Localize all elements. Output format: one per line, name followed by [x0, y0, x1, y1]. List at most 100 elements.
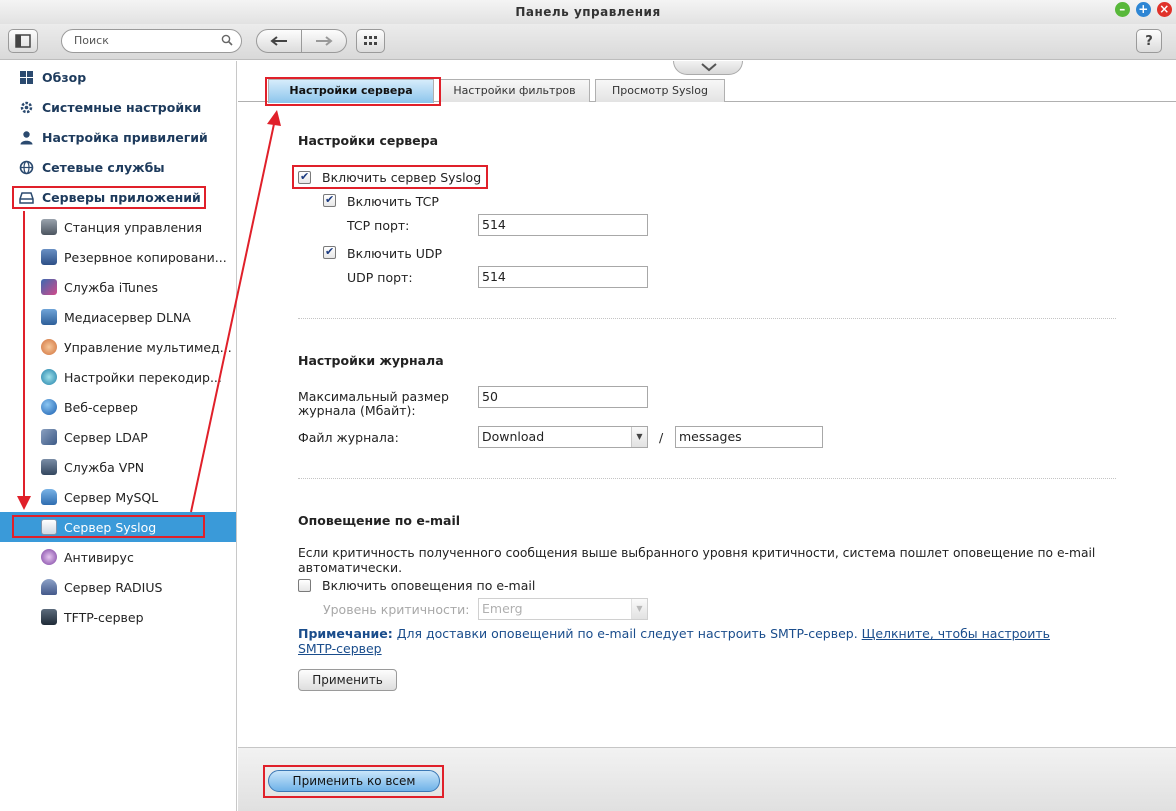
sidebar-item-ldap[interactable]: Сервер LDAP: [0, 422, 236, 452]
max-size-label-line1: Максимальный размер: [298, 389, 449, 404]
sidebar-item-label: Сервер RADIUS: [64, 580, 163, 595]
user-icon: [20, 131, 33, 145]
log-settings-title: Настройки журнала: [298, 353, 444, 368]
sidebar-item-vpn[interactable]: Служба VPN: [0, 452, 236, 482]
email-alert-description-line2: автоматически.: [298, 560, 403, 575]
tftp-icon: [41, 609, 57, 625]
udp-port-input[interactable]: 514: [478, 266, 648, 288]
sidebar-item-network-services[interactable]: Сетевые службы: [0, 152, 236, 182]
sidebar-item-label: Системные настройки: [42, 100, 202, 115]
search-placeholder: Поиск: [74, 34, 109, 47]
log-folder-value: Download: [482, 429, 545, 444]
transcode-icon: [41, 369, 57, 385]
sidebar-item-label: Служба iTunes: [64, 280, 158, 295]
sidebar-item-web-server[interactable]: Веб-сервер: [0, 392, 236, 422]
sidebar-item-mysql[interactable]: Сервер MySQL: [0, 482, 236, 512]
sidebar-item-label: Настройка привилегий: [42, 130, 208, 145]
sidebar-item-label: Управление мультимед...: [64, 340, 232, 355]
overview-grid-icon: [20, 71, 33, 84]
sidebar-toggle-button[interactable]: [8, 29, 38, 53]
tab-bar: Настройки сервера Настройки фильтров Про…: [238, 79, 1176, 103]
severity-label: Уровень критичности:: [323, 602, 470, 617]
note-prefix: Примечание:: [298, 626, 393, 641]
note-text: Для доставки оповещений по e-mail следуе…: [392, 626, 862, 641]
tab-filter-settings[interactable]: Настройки фильтров: [439, 79, 590, 102]
mysql-icon: [41, 489, 57, 505]
sidebar-item-label: Медиасервер DLNA: [64, 310, 191, 325]
enable-udp-label: Включить UDP: [347, 246, 443, 261]
sidebar-item-app-servers[interactable]: Серверы приложений: [0, 182, 236, 212]
smtp-note: Примечание: Для доставки оповещений по e…: [298, 627, 1098, 641]
sidebar-item-system-settings[interactable]: Системные настройки: [0, 92, 236, 122]
sidebar-item-syslog[interactable]: Сервер Syslog: [0, 512, 236, 542]
sidebar-item-station[interactable]: Станция управления: [0, 212, 236, 242]
path-separator: /: [659, 430, 664, 445]
sidebar-item-backup[interactable]: Резервное копировани...: [0, 242, 236, 272]
email-alert-title: Оповещение по e-mail: [298, 513, 461, 528]
radius-icon: [41, 579, 57, 595]
back-button[interactable]: [256, 29, 302, 53]
forward-button[interactable]: [301, 29, 347, 53]
email-alert-description-line1: Если критичность полученного сообщения в…: [298, 546, 1096, 560]
close-icon[interactable]: ×: [1157, 2, 1172, 17]
enable-syslog-checkbox[interactable]: [298, 170, 311, 184]
chevron-down-icon: ▼: [631, 427, 647, 447]
enable-udp-checkbox[interactable]: [323, 245, 336, 259]
ldap-icon: [41, 429, 57, 445]
sidebar-item-dlna[interactable]: Медиасервер DLNA: [0, 302, 236, 332]
sidebar-item-label: TFTP-сервер: [64, 610, 144, 625]
sidebar-item-label: Настройки перекодир...: [64, 370, 222, 385]
window-title-bar: Панель управления – + ×: [0, 0, 1176, 24]
sidebar-item-multimedia[interactable]: Управление мультимед...: [0, 332, 236, 362]
sidebar-item-label: Веб-сервер: [64, 400, 138, 415]
gear-icon: [20, 101, 33, 114]
vpn-icon: [41, 459, 57, 475]
apply-all-button[interactable]: Применить ко всем: [268, 770, 440, 792]
minimize-icon[interactable]: –: [1115, 2, 1130, 17]
tab-view-syslog[interactable]: Просмотр Syslog: [595, 79, 725, 102]
chevron-down-icon: [701, 63, 717, 72]
sidebar-toggle-icon: [15, 34, 31, 48]
tab-server-settings[interactable]: Настройки сервера: [268, 79, 434, 103]
log-folder-select[interactable]: Download ▼: [478, 426, 648, 448]
sidebar-item-itunes[interactable]: Служба iTunes: [0, 272, 236, 302]
severity-select[interactable]: Emerg ▼: [478, 598, 648, 620]
footer-bar: Применить ко всем: [238, 747, 1176, 811]
sidebar-item-overview[interactable]: Обзор: [0, 62, 236, 92]
server-settings-title: Настройки сервера: [298, 133, 439, 148]
collapse-handle[interactable]: [673, 61, 743, 75]
enable-tcp-checkbox[interactable]: [323, 193, 336, 207]
configure-smtp-link[interactable]: Щелкните, чтобы настроить: [862, 626, 1050, 641]
tcp-port-input[interactable]: 514: [478, 214, 648, 236]
help-button[interactable]: ?: [1136, 29, 1162, 53]
divider: [298, 478, 1116, 479]
tcp-port-label: TCP порт:: [347, 218, 410, 233]
sidebar-item-label: Сервер MySQL: [64, 490, 159, 505]
arrow-right-icon: [316, 36, 333, 46]
sidebar-item-transcode[interactable]: Настройки перекодир...: [0, 362, 236, 392]
sidebar-item-privileges[interactable]: Настройка привилегий: [0, 122, 236, 152]
max-size-input[interactable]: 50: [478, 386, 648, 408]
sidebar-item-tftp[interactable]: TFTP-сервер: [0, 602, 236, 632]
sidebar-item-label: Резервное копировани...: [64, 250, 227, 265]
enable-email-alert-checkbox[interactable]: [298, 579, 311, 592]
search-icon: [221, 34, 233, 46]
arrow-left-icon: [270, 36, 287, 46]
dlna-icon: [41, 309, 57, 325]
sidebar-item-label: Серверы приложений: [42, 190, 201, 205]
search-input[interactable]: Поиск: [61, 29, 242, 53]
sidebar-item-label: Сервер Syslog: [64, 520, 157, 535]
apps-grid-button[interactable]: [356, 29, 385, 53]
enable-tcp-label: Включить TCP: [347, 194, 439, 209]
divider: [298, 318, 1116, 319]
log-file-input[interactable]: messages: [675, 426, 823, 448]
toolbar: Поиск ?: [0, 24, 1176, 60]
apply-button[interactable]: Применить: [298, 669, 397, 691]
configure-smtp-link-continued[interactable]: SMTP-сервер: [298, 641, 382, 656]
app-server-icon: [19, 192, 34, 204]
sidebar-item-radius[interactable]: Сервер RADIUS: [0, 572, 236, 602]
sidebar-item-antivirus[interactable]: Антивирус: [0, 542, 236, 572]
sidebar-item-label: Сетевые службы: [42, 160, 165, 175]
backup-icon: [41, 249, 57, 265]
maximize-icon[interactable]: +: [1136, 2, 1151, 17]
